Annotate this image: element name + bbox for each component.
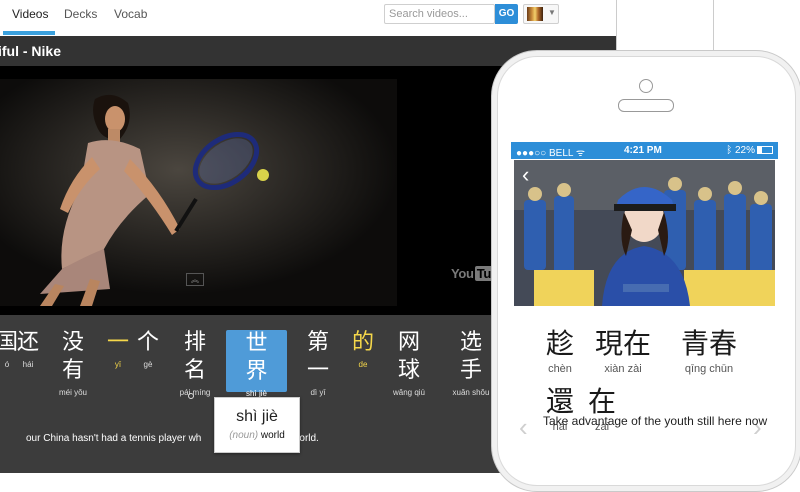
subtitle-word[interactable]: 的 de xyxy=(352,329,374,369)
camera-icon xyxy=(639,79,653,93)
back-chevron-icon[interactable]: ‹ xyxy=(522,164,529,186)
subtitle-word[interactable]: 一 yī xyxy=(107,329,129,369)
search-input[interactable] xyxy=(384,4,495,24)
previous-arrow-icon[interactable]: ‹ xyxy=(519,412,528,443)
video-title: iful - Nike xyxy=(0,43,62,59)
expand-icon[interactable]: ︽ xyxy=(186,273,204,286)
popup-pinyin: shì jiè xyxy=(236,408,278,425)
phone-sentence-translation: Take advantage of the youth still here n… xyxy=(543,414,768,428)
subtitle-marker xyxy=(188,393,194,399)
subtitle-word[interactable]: 排名 pái míng xyxy=(167,329,223,397)
search-go-button[interactable]: GO xyxy=(495,4,518,24)
phone-word[interactable]: 現在 xiàn zài xyxy=(593,327,653,375)
phone-subtitle-words: 趁 chèn 現在 xiàn zài 青春 qīng chūn 還 hái 在 … xyxy=(511,312,778,473)
active-tab-indicator xyxy=(3,31,55,35)
subtitle-word-selected[interactable]: 世界 shì jiè xyxy=(226,330,287,398)
subtitle-word[interactable]: 国 ó xyxy=(0,329,18,369)
tab-vocab[interactable]: Vocab xyxy=(114,7,147,21)
word-definition-popup: shì jiè (noun) world xyxy=(214,397,300,453)
tab-videos[interactable]: Videos xyxy=(12,7,48,21)
phone-video[interactable]: ‹ xyxy=(514,160,775,306)
subtitle-word[interactable]: 第一 dì yī xyxy=(290,329,346,397)
wifi-icon: ᯤ xyxy=(575,148,585,159)
chevron-down-icon: ▼ xyxy=(548,8,556,17)
battery-icon xyxy=(757,146,773,155)
status-time: 4:21 PM xyxy=(624,145,662,156)
phone-word[interactable]: 趁 chèn xyxy=(543,327,577,375)
carrier-label: ●●●○○ BELL ᯤ xyxy=(516,148,585,159)
video-frame[interactable] xyxy=(0,79,397,306)
subtitle-word[interactable]: 没有 méi yǒu xyxy=(45,329,101,397)
tennis-player-illustration xyxy=(0,79,397,306)
phone-strap xyxy=(616,0,714,56)
video-watermark xyxy=(623,284,669,292)
avatar xyxy=(527,7,543,21)
status-bar: ●●●○○ BELL ᯤ 4:21 PM ᛒ 22% xyxy=(511,142,778,159)
subtitle-word[interactable]: 网球 wǎng qiú xyxy=(381,329,437,397)
bluetooth-icon: ᛒ xyxy=(726,145,733,156)
battery-indicator: ᛒ 22% xyxy=(726,145,773,156)
phone-screen: ●●●○○ BELL ᯤ 4:21 PM ᛒ 22% ‹ 趁 chèn 現在 x… xyxy=(511,142,778,473)
phone-word[interactable]: 青春 qīng chūn xyxy=(679,327,739,375)
user-menu-button[interactable]: ▼ xyxy=(523,4,559,24)
popup-definition: (noun) world xyxy=(229,430,285,441)
tab-decks[interactable]: Decks xyxy=(64,7,97,21)
top-navigation: Videos Decks Vocab GO ▼ xyxy=(0,0,618,36)
subtitle-word[interactable]: 个 gè xyxy=(137,329,159,369)
subtitle-word[interactable]: 还 hái xyxy=(17,329,39,369)
speaker-grille xyxy=(618,99,674,112)
